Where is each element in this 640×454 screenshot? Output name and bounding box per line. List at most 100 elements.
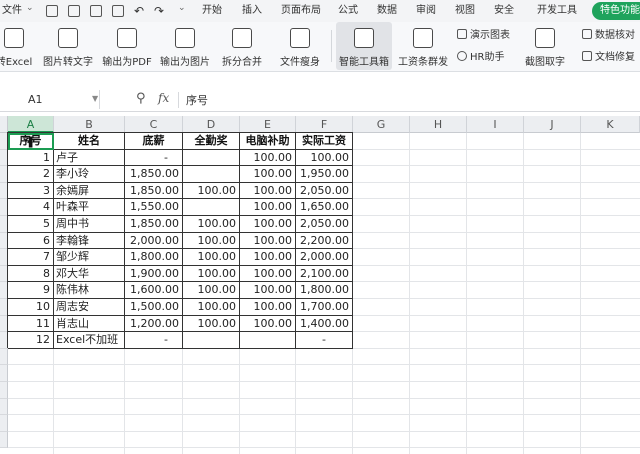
table-cell[interactable]: 8 [8,266,53,282]
table-cell[interactable]: 1 [8,150,53,166]
table-cell[interactable]: 100.00 [183,249,239,265]
column-header-h[interactable]: H [410,116,467,133]
menu-developer[interactable]: 开发工具 [537,0,577,22]
table-cell[interactable]: 叶森平 [54,199,124,215]
smart-toolbox-button[interactable]: 智能工具箱 [336,22,392,70]
chevron-down-icon[interactable]: ⌄ [26,3,34,13]
table-header-cell[interactable]: 底薪 [125,133,182,149]
hr-assistant-button[interactable]: HR助手 [457,50,504,66]
table-cell[interactable]: 100.00 [240,316,295,332]
table-cell[interactable]: 100.00 [240,233,295,249]
table-cell[interactable]: 1,850.00 [125,216,182,232]
table-cell[interactable]: 周中书 [54,216,124,232]
export-pdf-button[interactable]: 输出为PDF [99,22,155,70]
column-header-i[interactable]: I [467,116,524,133]
image-to-text-button[interactable]: 图片转文字 [40,22,96,70]
table-cell[interactable]: 2,200.00 [296,233,352,249]
name-box[interactable]: A1 ▼ [0,90,100,109]
table-header-cell[interactable]: 姓名 [54,133,124,149]
table-cell[interactable]: 100.00 [183,233,239,249]
table-cell[interactable]: 2,000.00 [296,249,352,265]
table-cell[interactable]: 100.00 [240,299,295,315]
table-cell[interactable]: 100.00 [183,299,239,315]
row-header[interactable] [0,348,8,366]
special-features-button[interactable]: 特色功能 [592,2,640,20]
table-cell[interactable]: 1,950.00 [296,166,352,182]
table-cell[interactable]: Excel不加班 [54,332,124,348]
select-all-corner[interactable] [0,116,8,133]
menu-home[interactable]: 开始 [202,0,222,22]
export-image-button[interactable]: 输出为图片 [157,22,213,70]
table-cell[interactable]: 1,800.00 [296,282,352,298]
table-cell[interactable]: - [125,150,182,166]
doc-repair-button[interactable]: 文档修复 [582,50,635,66]
column-header-a[interactable]: A [8,116,54,133]
table-cell[interactable]: 陈伟林 [54,282,124,298]
table-cell[interactable]: - [296,332,352,348]
table-cell[interactable] [240,332,295,348]
row-header[interactable] [0,415,8,432]
to-excel-button[interactable]: 转Excel [0,22,36,70]
table-cell[interactable]: 12 [8,332,53,348]
table-cell[interactable]: 9 [8,282,53,298]
column-header-e[interactable]: E [240,116,296,133]
table-cell[interactable]: 100.00 [183,216,239,232]
menu-file[interactable]: 文件 [2,0,22,22]
table-cell[interactable]: 1,500.00 [125,299,182,315]
row-header[interactable] [0,365,8,382]
table-cell[interactable]: 100.00 [240,199,295,215]
table-cell[interactable]: 邹少辉 [54,249,124,265]
redo-icon[interactable]: ↷ [154,0,164,22]
row-header[interactable] [0,431,8,449]
column-header-d[interactable]: D [183,116,240,133]
spreadsheet-grid[interactable]: ABCDEFGHIJK 序号 姓名 底薪 全勤奖 电脑补助 实际工资 1 卢子 -100.00 1… [0,116,640,454]
table-cell[interactable]: 100.00 [240,249,295,265]
table-cell[interactable]: 100.00 [183,183,239,199]
table-cell[interactable]: 100.00 [240,216,295,232]
table-cell[interactable]: 1,700.00 [296,299,352,315]
zoom-icon[interactable]: ⚲ [136,92,150,106]
fx-icon[interactable]: fx [158,91,169,105]
table-cell[interactable]: 2,100.00 [296,266,352,282]
table-cell[interactable]: 100.00 [240,183,295,199]
payslip-send-button[interactable]: 工资条群发 [395,22,451,70]
table-cell[interactable]: 7 [8,249,53,265]
table-cell[interactable]: 邓大华 [54,266,124,282]
table-header-cell[interactable]: 实际工资 [296,133,352,149]
table-cell[interactable]: - [125,332,182,348]
table-cell[interactable]: 周志安 [54,299,124,315]
table-cell[interactable]: 1,200.00 [125,316,182,332]
table-cell[interactable] [183,150,239,166]
table-cell[interactable]: 2,050.00 [296,216,352,232]
column-header-k[interactable]: K [581,116,640,133]
chevron-down-icon[interactable]: ⌄ [178,3,186,13]
table-cell[interactable]: 4 [8,199,53,215]
column-header-c[interactable]: C [125,116,183,133]
screenshot-text-button[interactable]: 截图取字 [517,22,573,70]
table-cell[interactable]: 1,600.00 [125,282,182,298]
table-cell[interactable]: 5 [8,216,53,232]
table-cell[interactable]: 100.00 [240,150,295,166]
table-cell[interactable]: 1,550.00 [125,199,182,215]
table-cell[interactable]: 1,400.00 [296,316,352,332]
formula-input[interactable]: 序号 [186,92,208,108]
row-header[interactable] [0,382,8,399]
menu-data[interactable]: 数据 [377,0,397,22]
table-cell[interactable]: 100.00 [183,266,239,282]
column-header-g[interactable]: G [353,116,410,133]
table-cell[interactable]: 2,000.00 [125,233,182,249]
table-cell[interactable]: 肖志山 [54,316,124,332]
table-cell[interactable]: 100.00 [296,150,352,166]
table-cell[interactable]: 2 [8,166,53,182]
table-cell[interactable]: 100.00 [240,282,295,298]
print-icon[interactable] [90,5,102,17]
row-header[interactable] [0,398,8,416]
table-cell[interactable]: 2,050.00 [296,183,352,199]
table-cell[interactable] [183,166,239,182]
table-cell[interactable]: 3 [8,183,53,199]
menu-view[interactable]: 视图 [455,0,475,22]
file-slim-button[interactable]: 文件瘦身 [272,22,328,70]
table-cell[interactable]: 100.00 [183,282,239,298]
table-cell[interactable]: 100.00 [240,266,295,282]
table-cell[interactable]: 余嫣屏 [54,183,124,199]
